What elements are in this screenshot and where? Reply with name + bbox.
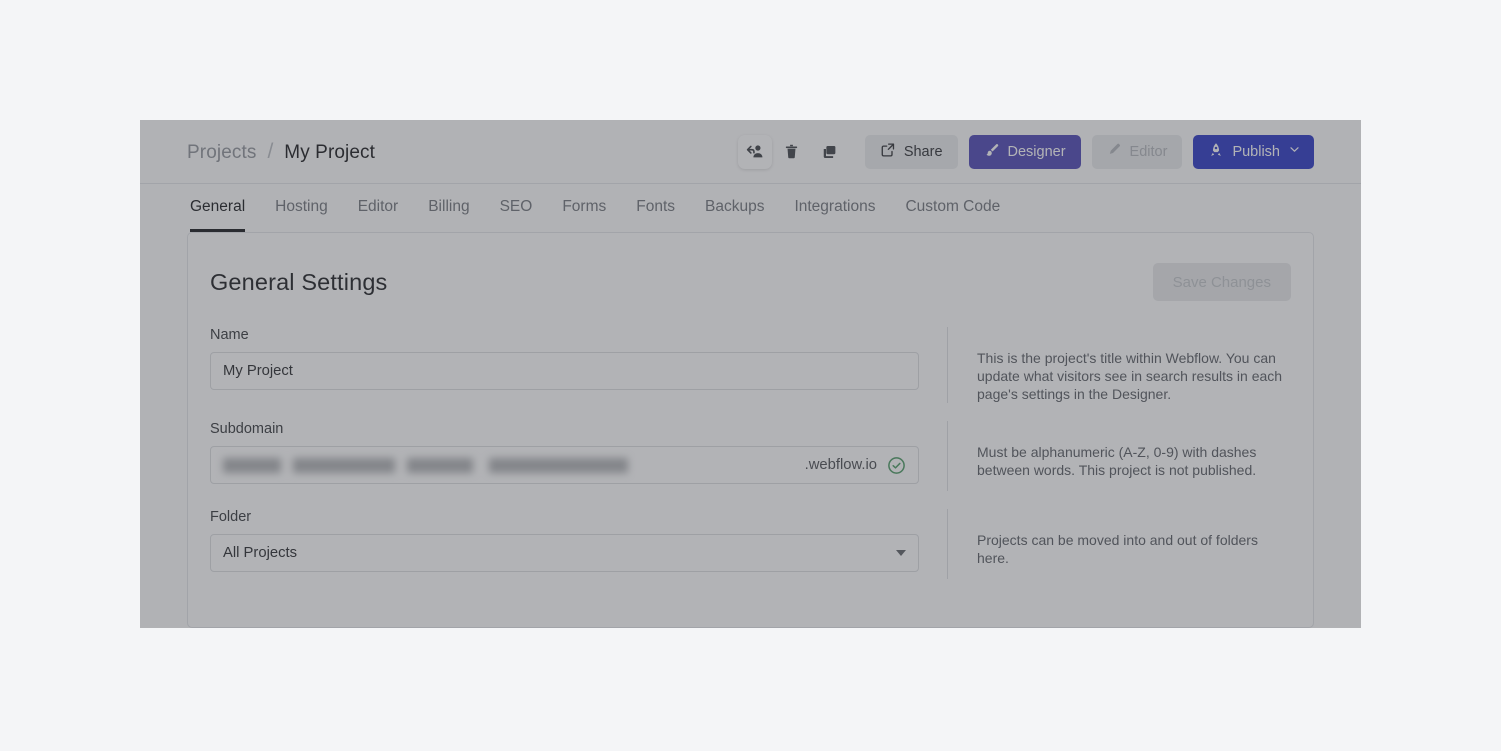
- caret-down-icon: [896, 550, 906, 556]
- duplicate-icon: [820, 143, 838, 161]
- tab-billing[interactable]: Billing: [428, 184, 469, 232]
- name-input-value: My Project: [223, 363, 293, 379]
- folder-select-value: All Projects: [223, 545, 298, 561]
- tab-fonts-label: Fonts: [636, 198, 675, 215]
- designer-button[interactable]: Designer: [968, 134, 1081, 169]
- pen-icon: [1107, 142, 1122, 161]
- trash-icon: [783, 143, 800, 160]
- subdomain-input-value: [223, 447, 805, 483]
- tab-forms[interactable]: Forms: [562, 184, 606, 232]
- breadcrumb: Projects / My Project: [187, 140, 738, 164]
- tab-editor[interactable]: Editor: [358, 184, 399, 232]
- publish-button[interactable]: Publish: [1193, 134, 1314, 169]
- settings-content: General Settings Save Changes Name My Pr…: [140, 232, 1361, 628]
- tab-seo[interactable]: SEO: [500, 184, 533, 232]
- share-button-label: Share: [903, 143, 943, 160]
- folder-field-label: Folder: [210, 509, 252, 525]
- field-folder-group: Folder All Projects: [210, 509, 919, 572]
- app-window: Projects / My Project Share Designer Edi…: [140, 120, 1361, 628]
- top-bar-actions: Share Designer Editor Publish: [737, 134, 1314, 169]
- editor-button-label: Editor: [1129, 143, 1168, 160]
- tab-backups-label: Backups: [705, 198, 765, 215]
- tab-general-label: General: [190, 198, 246, 215]
- rocket-icon: [1208, 142, 1224, 162]
- chevron-down-icon: [1288, 143, 1301, 160]
- settings-tab-bar: General Hosting Editor Billing SEO Forms…: [140, 184, 1361, 232]
- tab-billing-label: Billing: [428, 198, 470, 215]
- tab-hosting-label: Hosting: [275, 198, 328, 215]
- card-header: General Settings Save Changes: [210, 263, 1291, 301]
- tab-fonts[interactable]: Fonts: [636, 184, 675, 232]
- subdomain-suffix: .webflow.io: [804, 457, 877, 473]
- breadcrumb-current-project: My Project: [284, 141, 376, 163]
- field-row-subdomain: Subdomain .webflow.io Must be alphanumer…: [210, 421, 1291, 491]
- tab-editor-label: Editor: [357, 198, 399, 215]
- breadcrumb-projects-link[interactable]: Projects: [187, 142, 256, 164]
- tab-forms-label: Forms: [562, 198, 607, 215]
- share-button[interactable]: Share: [864, 134, 958, 169]
- tab-integrations-label: Integrations: [794, 198, 876, 215]
- tab-integrations[interactable]: Integrations: [794, 184, 875, 232]
- save-changes-button[interactable]: Save Changes: [1152, 263, 1291, 301]
- page-title: General Settings: [210, 268, 388, 295]
- duplicate-project-button[interactable]: [812, 135, 846, 169]
- breadcrumb-separator: /: [267, 139, 274, 163]
- field-subdomain-group: Subdomain .webflow.io: [210, 421, 919, 484]
- subdomain-input[interactable]: .webflow.io: [210, 446, 919, 484]
- invite-people-button[interactable]: [737, 134, 772, 169]
- subdomain-field-label: Subdomain: [210, 421, 284, 437]
- name-field-label: Name: [210, 327, 249, 343]
- name-input[interactable]: My Project: [210, 352, 919, 390]
- check-circle-icon: [886, 455, 906, 475]
- folder-help-column: Projects can be moved into and out of fo…: [947, 509, 1289, 579]
- tab-seo-label: SEO: [499, 198, 533, 215]
- general-settings-card: General Settings Save Changes Name My Pr…: [187, 232, 1314, 628]
- tab-custom-code-label: Custom Code: [905, 198, 1001, 215]
- tab-custom-code[interactable]: Custom Code: [905, 184, 1000, 232]
- share-icon: [880, 142, 896, 162]
- invite-people-icon: [745, 142, 764, 161]
- designer-button-label: Designer: [1007, 143, 1066, 160]
- name-help-column: This is the project's title within Webfl…: [947, 327, 1289, 403]
- name-help-text: This is the project's title within Webfl…: [977, 350, 1283, 402]
- field-row-folder: Folder All Projects Projects can be move…: [210, 509, 1291, 579]
- folder-help-text: Projects can be moved into and out of fo…: [977, 532, 1258, 566]
- tab-hosting[interactable]: Hosting: [275, 184, 328, 232]
- top-bar: Projects / My Project Share Designer Edi…: [140, 120, 1361, 184]
- tab-general[interactable]: General: [190, 184, 246, 232]
- subdomain-help-text: Must be alphanumeric (A-Z, 0-9) with das…: [977, 444, 1257, 478]
- delete-project-button[interactable]: [775, 135, 809, 169]
- publish-button-label: Publish: [1232, 143, 1280, 160]
- subdomain-help-column: Must be alphanumeric (A-Z, 0-9) with das…: [947, 421, 1289, 491]
- paintbrush-icon: [984, 142, 1000, 162]
- editor-button[interactable]: Editor: [1091, 134, 1183, 169]
- field-row-name: Name My Project This is the project's ti…: [210, 327, 1291, 403]
- tab-backups[interactable]: Backups: [705, 184, 764, 232]
- folder-select[interactable]: All Projects: [210, 534, 919, 572]
- field-name-group: Name My Project: [210, 327, 919, 390]
